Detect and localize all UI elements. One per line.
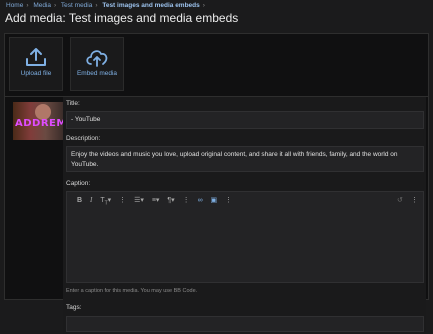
caption-label: Caption: [66,180,91,187]
italic-icon[interactable]: I [90,196,92,204]
more-icon[interactable]: ⋮ [225,196,232,204]
editor-toolbar-right: ↺ ⋮ [397,196,424,204]
bold-icon[interactable]: B [77,197,82,204]
media-form: Title: - YouTube Description: Enjoy the … [63,97,426,334]
breadcrumb-separator: › [26,2,29,9]
more-icon[interactable]: ⋮ [119,196,126,204]
breadcrumb-separator: › [202,2,205,9]
description-label: Description: [66,135,101,142]
cloud-upload-icon [86,50,108,67]
breadcrumb-current[interactable]: Test images and media embeds [102,2,199,9]
more-icon[interactable]: ⋮ [411,196,418,204]
title-field[interactable]: - YouTube [66,111,424,129]
link-icon[interactable]: ∞ [198,197,203,204]
upload-file-button[interactable]: Upload file [9,37,63,91]
description-value: Enjoy the videos and music you love, upl… [71,151,398,168]
breadcrumb-home[interactable]: Home [6,2,23,9]
caption-editor[interactable]: B I TT▾ ⋮ ☰▾ ≡▾ ¶▾ ⋮ ∞ ▣ ⋮ ↺ ⋮ [66,191,424,283]
upload-file-label: Upload file [20,70,52,77]
tags-input[interactable] [66,316,424,332]
breadcrumb-test-media[interactable]: Test media [61,2,92,9]
editor-toolbar: B I TT▾ ⋮ ☰▾ ≡▾ ¶▾ ⋮ ∞ ▣ ⋮ [77,196,238,206]
align-icon[interactable]: ≡▾ [152,196,160,204]
image-icon[interactable]: ▣ [211,196,218,204]
tags-label: Tags: [66,304,82,311]
undo-icon[interactable]: ↺ [397,196,403,204]
title-value: - YouTube [71,116,101,123]
breadcrumb-media[interactable]: Media [33,2,51,9]
page-title: Add media: Test images and media embeds [5,11,239,25]
thumbnail-text: ADDREM [15,118,63,129]
breadcrumb-separator: › [54,2,57,9]
embed-media-button[interactable]: Embed media [70,37,124,91]
description-field[interactable]: Enjoy the videos and music you love, upl… [66,146,424,172]
paragraph-icon[interactable]: ¶▾ [167,196,174,204]
media-thumbnail: ADDREM [13,102,63,140]
more-icon[interactable]: ⋮ [183,196,190,204]
list-icon[interactable]: ☰▾ [134,196,144,204]
title-label: Title: [66,100,80,107]
breadcrumb: Home › Media › Test media › Test images and… [6,2,208,9]
caption-hint: Enter a caption for this media. You may … [66,288,198,294]
upload-icon [26,48,46,66]
embed-media-label: Embed media [76,70,118,77]
text-size-icon[interactable]: TT▾ [100,196,111,206]
add-media-panel: Upload file Embed media ADDREM Title: - … [4,33,429,334]
breadcrumb-separator: › [95,2,98,9]
